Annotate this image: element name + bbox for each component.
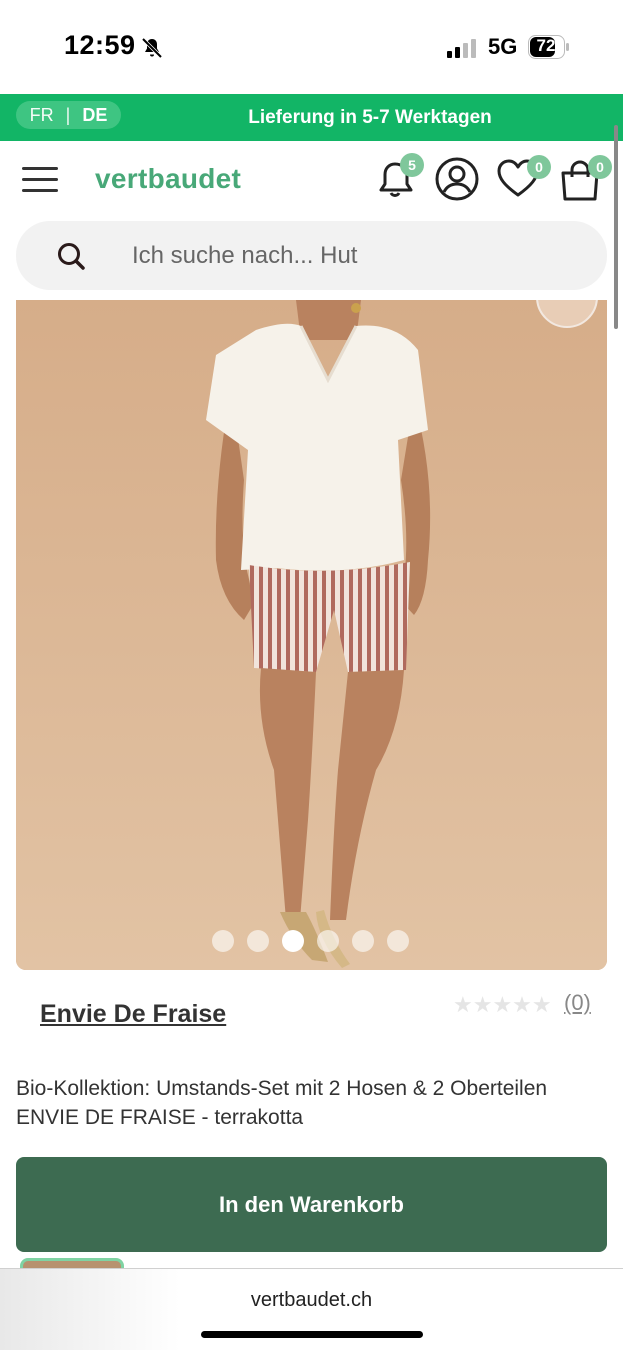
search-input[interactable]	[132, 221, 572, 290]
language-switcher[interactable]: FR | DE	[16, 101, 121, 129]
bell-muted-icon	[141, 37, 163, 59]
rating-stars: ★★★★★	[453, 992, 552, 1017]
cart-button[interactable]: 0	[556, 155, 612, 203]
add-to-cart-button[interactable]: In den Warenkorb	[16, 1157, 607, 1252]
lang-fr-option[interactable]: FR	[30, 105, 54, 126]
gallery-dot[interactable]	[387, 930, 409, 952]
battery-level: 72	[536, 36, 556, 55]
delivery-banner: FR | DE Lieferung in 5-7 Werktagen	[0, 94, 623, 141]
menu-line	[22, 189, 58, 192]
user-icon	[435, 157, 479, 201]
notifications-badge: 5	[400, 153, 424, 177]
gallery-dot[interactable]	[212, 930, 234, 952]
network-type: 5G	[488, 34, 518, 59]
review-count-link[interactable]: (0)	[564, 990, 591, 1016]
url-field[interactable]: vertbaudet.ch	[0, 1289, 623, 1312]
cart-badge: 0	[588, 155, 612, 179]
lang-separator: |	[65, 104, 71, 125]
browser-bottom-bar: vertbaudet.ch	[0, 1268, 623, 1350]
page-scrollbar[interactable]	[614, 125, 618, 329]
product-photo	[16, 300, 607, 970]
wishlist-button[interactable]: 0	[494, 155, 551, 203]
home-indicator[interactable]	[201, 1331, 423, 1338]
gallery-dot-active[interactable]	[282, 930, 304, 952]
status-bar: 12:59 5G 72	[0, 0, 623, 94]
hamburger-menu-button[interactable]	[22, 167, 58, 195]
menu-line	[22, 178, 58, 181]
cellular-signal-icon	[447, 39, 476, 58]
search-icon[interactable]	[56, 241, 86, 271]
wishlist-badge: 0	[527, 155, 551, 179]
gallery-dot[interactable]	[352, 930, 374, 952]
status-time: 12:59	[64, 30, 136, 60]
product-title: Bio-Kollektion: Umstands-Set mit 2 Hosen…	[16, 1077, 548, 1129]
delivery-text: Lieferung in 5-7 Werktagen	[248, 107, 492, 128]
notifications-button[interactable]: 5	[372, 153, 424, 203]
brand-link[interactable]: Envie De Fraise	[40, 1000, 226, 1029]
logo[interactable]: vertbaudet	[95, 163, 241, 195]
account-button[interactable]	[433, 155, 481, 203]
gallery-dot[interactable]	[247, 930, 269, 952]
gallery-dot[interactable]	[317, 930, 339, 952]
site-header: vertbaudet 5 0 0	[0, 141, 623, 221]
menu-line	[22, 167, 58, 170]
search-bar[interactable]	[16, 221, 607, 290]
gallery-pagination	[212, 930, 409, 952]
product-image-gallery[interactable]	[16, 300, 607, 970]
lang-de-option[interactable]: DE	[82, 105, 107, 126]
